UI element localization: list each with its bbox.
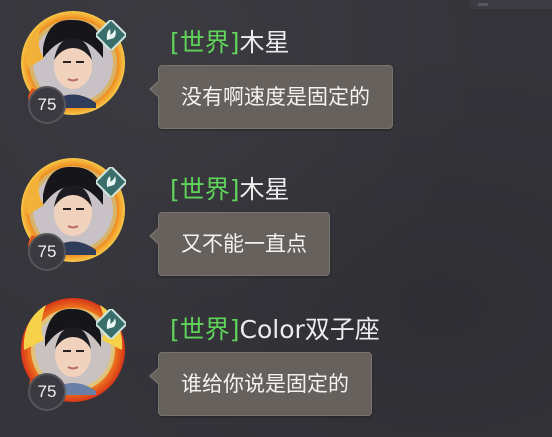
sender-line: [世界]Color双子座 [170,315,380,345]
sender-name[interactable]: 木星 [240,28,290,57]
player-avatar[interactable]: 75 [18,155,128,271]
level-badge: 75 [28,86,66,124]
level-badge: 75 [28,233,66,271]
message-bubble: 谁给你说是固定的 [149,352,372,416]
message-bubble: 又不能一直点 [149,212,330,276]
message-bubble: 没有啊速度是固定的 [149,65,393,129]
channel-tag[interactable]: [世界] [170,28,240,57]
player-avatar[interactable]: 75 [18,295,128,411]
sender-name[interactable]: Color双子座 [240,315,380,344]
channel-tag[interactable]: [世界] [170,315,240,344]
jade-rabbit-badge-icon [96,20,126,50]
jade-rabbit-badge-icon [96,167,126,197]
channel-tag[interactable]: [世界] [170,175,240,204]
jade-rabbit-badge-icon [96,309,126,339]
chat-message: 75 [世界]木星 没有啊速度是固定的 [0,8,552,148]
chat-message: 75 [世界]Color双子座 谁给你说是固定的 [0,295,552,435]
sender-line: [世界]木星 [170,175,290,205]
sender-line: [世界]木星 [170,28,290,58]
chat-message: 75 [世界]木星 又不能一直点 [0,155,552,295]
player-avatar[interactable]: 75 [18,8,128,124]
sender-name[interactable]: 木星 [240,175,290,204]
level-badge: 75 [28,373,66,411]
